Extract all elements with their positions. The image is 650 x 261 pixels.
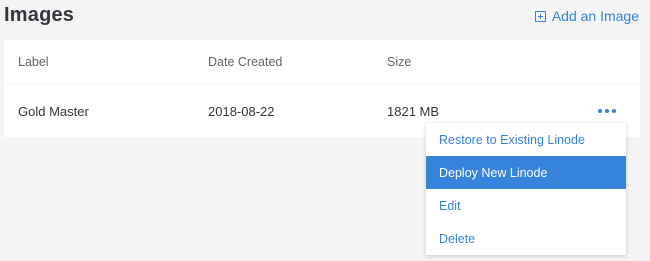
table-header: Label Date Created Size [4, 40, 640, 85]
add-image-button[interactable]: Add an Image [534, 8, 639, 24]
menu-item-deploy-new-linode[interactable]: Deploy New Linode [426, 156, 626, 189]
column-header-label: Label [18, 55, 49, 69]
image-date-created: 2018-08-22 [208, 103, 275, 119]
dot [598, 109, 602, 113]
plus-square-icon [534, 10, 546, 22]
page-title: Images [4, 4, 75, 26]
dot [605, 109, 609, 113]
menu-item-delete[interactable]: Delete [426, 222, 626, 255]
menu-item-edit[interactable]: Edit [426, 189, 626, 222]
menu-item-restore-to-existing-linode[interactable]: Restore to Existing Linode [426, 123, 626, 156]
column-header-size: Size [387, 55, 412, 69]
image-label: Gold Master [18, 103, 89, 119]
column-header-date-created: Date Created [208, 55, 283, 69]
dot [612, 109, 616, 113]
action-menu: Restore to Existing Linode Deploy New Li… [426, 123, 626, 255]
add-image-label: Add an Image [551, 8, 639, 24]
more-horizontal-icon[interactable] [598, 109, 616, 113]
